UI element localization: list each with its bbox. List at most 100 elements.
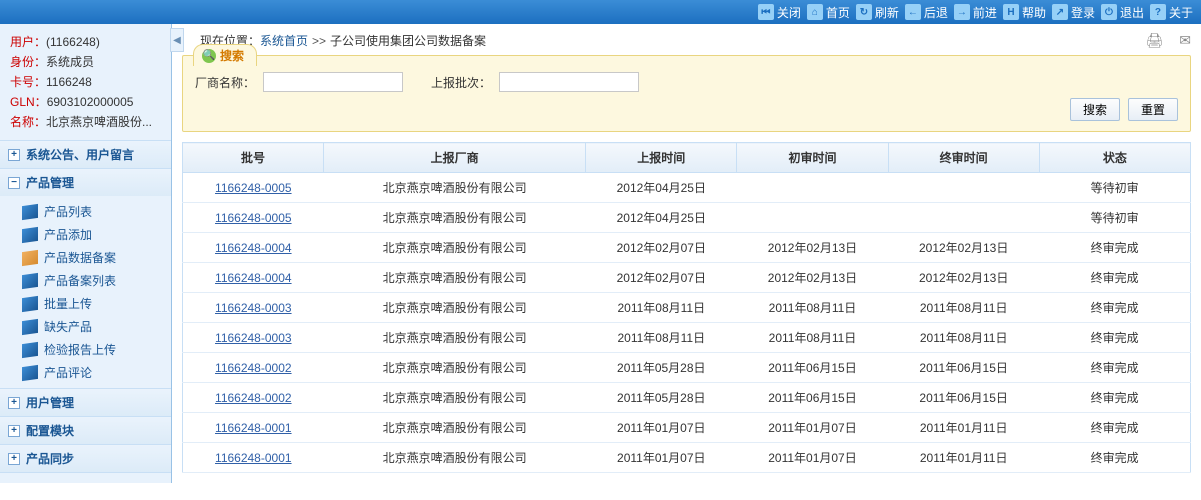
- cell-batch: 1166248-0005: [183, 203, 324, 233]
- breadcrumb: 现在位置： 系统首页 >> 子公司使用集团公司数据备案 🖨 ✉: [182, 28, 1191, 55]
- toolbar-login[interactable]: ↗登录: [1052, 4, 1095, 21]
- sidebar-item-product-1[interactable]: 产品添加: [18, 223, 171, 246]
- col-header-0: 批号: [183, 143, 324, 173]
- identity-value: 系统成员: [46, 55, 94, 69]
- sidebar-item-product-2[interactable]: 产品数据备案: [18, 246, 171, 269]
- cell-final: 2011年01月11日: [888, 413, 1039, 443]
- cell-final: [888, 173, 1039, 203]
- collapse-icon: −: [8, 177, 20, 189]
- sidebar-item-product-4[interactable]: 批量上传: [18, 292, 171, 315]
- cell-first: 2012年02月13日: [737, 263, 888, 293]
- cell-status: 终审完成: [1039, 353, 1190, 383]
- mail-icon[interactable]: ✉: [1179, 32, 1191, 49]
- menu-product-mgmt[interactable]: −产品管理: [0, 169, 171, 196]
- cell-first: 2011年01月07日: [737, 443, 888, 473]
- cell-first: 2011年06月15日: [737, 383, 888, 413]
- breadcrumb-current: 子公司使用集团公司数据备案: [330, 32, 486, 49]
- cell-batch: 1166248-0003: [183, 323, 324, 353]
- cell-submit: 2011年05月28日: [586, 383, 737, 413]
- toolbar-forward[interactable]: →前进: [954, 4, 997, 21]
- cell-submit: 2011年08月11日: [586, 323, 737, 353]
- vendor-name-input[interactable]: [263, 72, 403, 92]
- cell-status: 终审完成: [1039, 293, 1190, 323]
- cell-final: 2011年08月11日: [888, 293, 1039, 323]
- cell-vendor: 北京燕京啤酒股份有限公司: [324, 203, 586, 233]
- toolbar-close[interactable]: ⏮关闭: [758, 4, 801, 21]
- menu-notice[interactable]: +系统公告、用户留言: [0, 141, 171, 168]
- book-icon: [22, 203, 38, 219]
- sidebar-item-product-5[interactable]: 缺失产品: [18, 315, 171, 338]
- toolbar-help[interactable]: H帮助: [1003, 4, 1046, 21]
- cell-submit: 2012年04月25日: [586, 203, 737, 233]
- batch-input[interactable]: [499, 72, 639, 92]
- reset-button[interactable]: 重置: [1128, 98, 1178, 121]
- gln-label: GLN：: [10, 95, 47, 109]
- cell-status: 终审完成: [1039, 233, 1190, 263]
- batch-link[interactable]: 1166248-0002: [215, 361, 292, 375]
- batch-link[interactable]: 1166248-0005: [215, 211, 292, 225]
- breadcrumb-sep: >>: [312, 34, 326, 48]
- help-icon: H: [1003, 4, 1019, 20]
- cell-vendor: 北京燕京啤酒股份有限公司: [324, 323, 586, 353]
- cell-first: 2011年06月15日: [737, 353, 888, 383]
- col-header-4: 终审时间: [888, 143, 1039, 173]
- book-icon: [22, 341, 38, 357]
- menu-user-mgmt[interactable]: +用户管理: [0, 389, 171, 416]
- batch-link[interactable]: 1166248-0004: [215, 241, 292, 255]
- book-icon: [22, 249, 38, 265]
- cell-batch: 1166248-0005: [183, 173, 324, 203]
- card-label: 卡号：: [10, 75, 46, 89]
- toolbar-refresh[interactable]: ↻刷新: [856, 4, 899, 21]
- batch-link[interactable]: 1166248-0005: [215, 181, 292, 195]
- book-icon: [22, 295, 38, 311]
- search-panel: 🔍搜索 厂商名称： 上报批次： 搜索 重置: [182, 55, 1191, 132]
- sidebar-item-product-6[interactable]: 检验报告上传: [18, 338, 171, 361]
- print-icon[interactable]: 🖨: [1145, 32, 1163, 49]
- cell-vendor: 北京燕京啤酒股份有限公司: [324, 383, 586, 413]
- menu-sync[interactable]: +产品同步: [0, 445, 171, 472]
- batch-link[interactable]: 1166248-0003: [215, 331, 292, 345]
- sidebar-collapse-handle[interactable]: ◀: [170, 28, 184, 52]
- cell-status: 等待初审: [1039, 203, 1190, 233]
- cell-first: [737, 173, 888, 203]
- cell-final: 2012年02月13日: [888, 233, 1039, 263]
- gln-value: 6903102000005: [47, 95, 134, 109]
- batch-link[interactable]: 1166248-0001: [215, 421, 292, 435]
- toolbar-home[interactable]: ⌂首页: [807, 4, 850, 21]
- batch-link[interactable]: 1166248-0003: [215, 301, 292, 315]
- cell-vendor: 北京燕京啤酒股份有限公司: [324, 413, 586, 443]
- data-table: 批号上报厂商上报时间初审时间终审时间状态 1166248-0005北京燕京啤酒股…: [182, 142, 1191, 473]
- table-row: 1166248-0002 北京燕京啤酒股份有限公司2011年05月28日2011年…: [183, 383, 1191, 413]
- cell-vendor: 北京燕京啤酒股份有限公司: [324, 263, 586, 293]
- batch-link[interactable]: 1166248-0001: [215, 451, 292, 465]
- table-row: 1166248-0001北京燕京啤酒股份有限公司2011年01月07日2011年…: [183, 443, 1191, 473]
- cell-submit: 2011年01月07日: [586, 443, 737, 473]
- cell-status: 终审完成: [1039, 383, 1190, 413]
- batch-label: 上报批次：: [431, 74, 491, 91]
- book-icon: [22, 318, 38, 334]
- breadcrumb-home[interactable]: 系统首页: [260, 32, 308, 49]
- user-value: (1166248): [46, 35, 100, 49]
- sidebar-item-product-3[interactable]: 产品备案列表: [18, 269, 171, 292]
- toolbar-exit[interactable]: ⏻退出: [1101, 4, 1144, 21]
- cell-status: 终审完成: [1039, 443, 1190, 473]
- cell-final: 2011年06月15日: [888, 353, 1039, 383]
- main-content: ◀ 现在位置： 系统首页 >> 子公司使用集团公司数据备案 🖨 ✉ 🔍搜索 厂商…: [172, 24, 1201, 483]
- search-button[interactable]: 搜索: [1070, 98, 1120, 121]
- cell-status: 终审完成: [1039, 413, 1190, 443]
- sidebar-item-product-0[interactable]: 产品列表: [18, 200, 171, 223]
- batch-link[interactable]: 1166248-0004: [215, 271, 292, 285]
- cell-first: 2011年01月07日: [737, 413, 888, 443]
- sidebar-item-label: 产品列表: [44, 203, 92, 220]
- toolbar-about[interactable]: ?关于: [1150, 4, 1193, 21]
- sidebar-item-label: 批量上传: [44, 295, 92, 312]
- batch-link[interactable]: 1166248-0002: [215, 391, 292, 405]
- sidebar-item-product-7[interactable]: 产品评论: [18, 361, 171, 384]
- vendor-name-label: 厂商名称：: [195, 74, 255, 91]
- about-icon: ?: [1150, 4, 1166, 20]
- forward-icon: →: [954, 4, 970, 20]
- menu-config[interactable]: +配置模块: [0, 417, 171, 444]
- table-row: 1166248-0003北京燕京啤酒股份有限公司2011年08月11日2011年…: [183, 293, 1191, 323]
- cell-first: [737, 203, 888, 233]
- toolbar-back[interactable]: ←后退: [905, 4, 948, 21]
